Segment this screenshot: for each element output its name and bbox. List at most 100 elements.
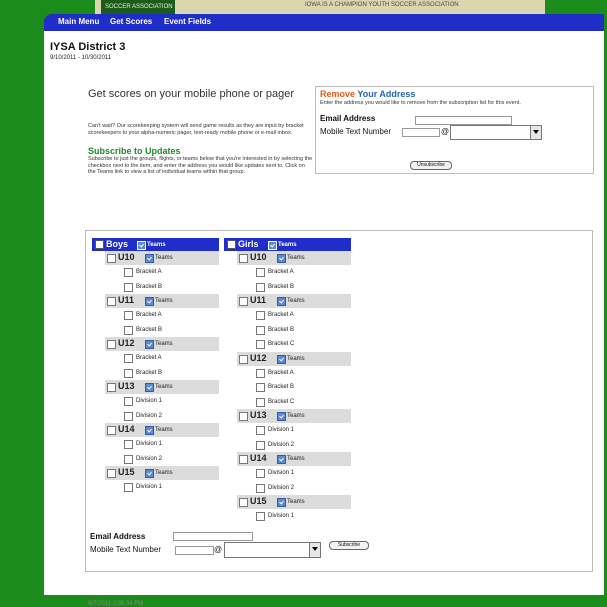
flight-row: Division 1 [254,423,351,438]
flight-checkbox[interactable] [256,268,265,277]
girls-label: Girls [238,239,259,249]
flight-label: Division 1 [268,427,295,433]
flight-label: Division 1 [136,441,163,447]
age-group-label: U10 [250,252,267,262]
age-group-row: U12 Teams [105,337,219,351]
flight-checkbox[interactable] [124,368,133,378]
age-group-checkbox[interactable] [107,469,116,478]
remove-email-input[interactable] [415,116,512,125]
unsubscribe-button[interactable]: Unsubscribe [410,161,452,170]
age-group-label: U13 [250,410,267,420]
flight-row: Bracket B [122,366,219,381]
teams-link[interactable]: Teams [287,356,305,362]
teams-icon[interactable] [145,469,154,478]
teams-link[interactable]: Teams [287,298,305,304]
top-nav: Main Menu Get Scores Event Fields [44,14,604,31]
subscribe-heading: Subscribe to Updates [88,146,181,156]
flight-checkbox[interactable] [124,411,133,421]
subscribe-button[interactable]: Subscribe [329,541,369,550]
flight-checkbox[interactable] [124,354,133,363]
boys-teams-link[interactable]: Teams [147,242,166,248]
flight-checkbox[interactable] [256,426,265,435]
flight-row: Division 1 [254,509,351,524]
flight-checkbox[interactable] [124,483,133,492]
age-group-checkbox[interactable] [239,354,248,364]
flight-label: Division 1 [136,398,163,404]
teams-link[interactable]: Teams [155,298,173,304]
flight-checkbox[interactable] [256,368,265,378]
flight-checkbox[interactable] [256,311,265,320]
teams-icon[interactable] [268,241,277,250]
teams-icon[interactable] [277,412,286,421]
footer-timestamp: 9/7/2011 2:39:34 PM [88,601,144,607]
flight-checkbox[interactable] [124,282,133,292]
teams-icon[interactable] [145,340,154,349]
flight-checkbox[interactable] [256,325,265,335]
flight-checkbox[interactable] [256,469,265,478]
teams-icon[interactable] [277,498,286,507]
age-group-checkbox[interactable] [107,340,116,349]
flight-checkbox[interactable] [256,282,265,292]
teams-link[interactable]: Teams [287,456,305,462]
teams-icon[interactable] [137,241,146,250]
girls-checkbox[interactable] [227,240,236,249]
flight-checkbox[interactable] [256,512,265,521]
nav-event-fields[interactable]: Event Fields [164,17,211,26]
teams-icon[interactable] [145,383,154,392]
age-group-checkbox[interactable] [239,254,248,263]
flight-checkbox[interactable] [256,483,265,493]
flight-checkbox[interactable] [124,311,133,320]
teams-link[interactable]: Teams [287,499,305,505]
teams-icon[interactable] [277,297,286,306]
girls-column: Girls Teams U10 Teams Bracket A Bracket B U1… [224,238,351,524]
teams-link[interactable]: Teams [155,427,173,433]
flight-checkbox[interactable] [124,440,133,449]
age-group-checkbox[interactable] [107,426,116,435]
flight-checkbox[interactable] [124,325,133,335]
teams-link[interactable]: Teams [287,255,305,261]
age-group-checkbox[interactable] [107,297,116,306]
age-group-checkbox[interactable] [239,455,248,464]
teams-icon[interactable] [145,254,154,263]
flight-checkbox[interactable] [124,454,133,464]
subscribe-carrier-select[interactable] [224,542,321,558]
teams-icon[interactable] [277,254,286,263]
flight-checkbox[interactable] [256,397,265,407]
teams-link[interactable]: Teams [155,470,173,476]
age-group-checkbox[interactable] [107,254,116,263]
subscribe-email-input[interactable] [173,532,253,541]
teams-icon[interactable] [277,455,286,464]
flight-checkbox[interactable] [124,397,133,406]
teams-icon[interactable] [145,426,154,435]
flight-checkbox[interactable] [124,268,133,277]
flight-row: Bracket C [254,337,351,352]
flight-checkbox[interactable] [256,340,265,349]
teams-link[interactable]: Teams [155,384,173,390]
age-group-checkbox[interactable] [239,498,248,507]
age-group-row: U14 Teams [105,423,219,437]
flight-label: Bracket A [136,269,162,275]
subscribe-phone-input[interactable] [175,546,214,555]
nav-main-menu[interactable]: Main Menu [58,17,99,26]
boys-header: Boys Teams [92,238,219,251]
age-group-checkbox[interactable] [107,383,116,392]
flight-label: Division 1 [268,470,295,476]
teams-link[interactable]: Teams [287,413,305,419]
chevron-down-icon [309,543,320,557]
flight-row: Bracket B [254,323,351,338]
remove-carrier-select[interactable] [450,125,542,140]
flight-checkbox[interactable] [256,383,265,392]
girls-teams-link[interactable]: Teams [278,242,297,248]
teams-link[interactable]: Teams [155,341,173,347]
age-group-checkbox[interactable] [239,297,248,306]
flight-row: Bracket A [122,265,219,280]
remove-at-sign: @ [441,127,450,136]
teams-link[interactable]: Teams [155,255,173,261]
teams-icon[interactable] [145,297,154,306]
boys-checkbox[interactable] [95,240,104,249]
age-group-checkbox[interactable] [239,412,248,421]
remove-phone-input[interactable] [402,128,440,137]
flight-checkbox[interactable] [256,440,265,450]
teams-icon[interactable] [277,354,286,364]
nav-get-scores[interactable]: Get Scores [110,17,152,26]
